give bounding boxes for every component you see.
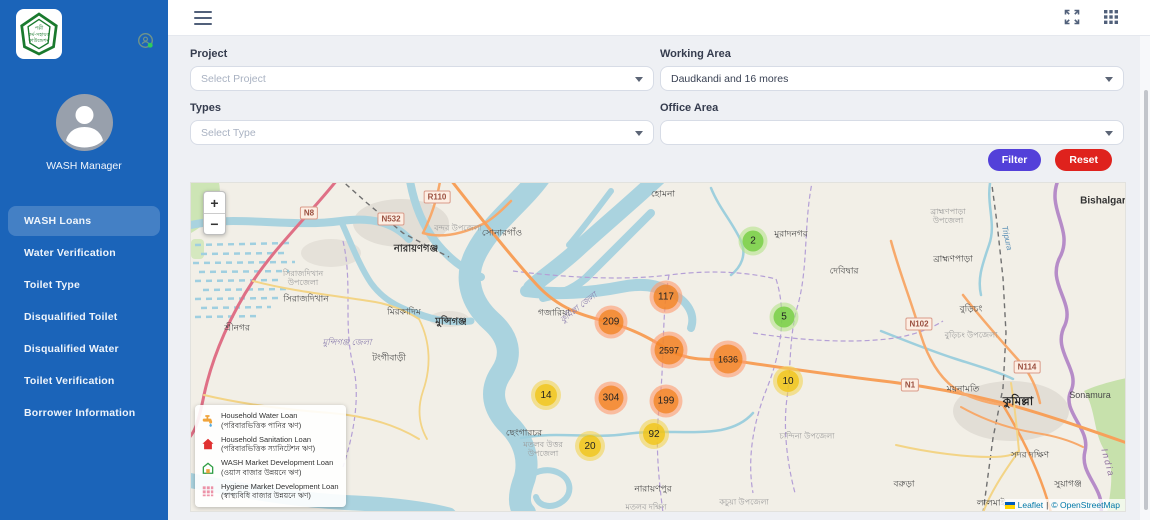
project-select[interactable]: Select Project [190,66,654,91]
org-logo[interactable]: পল্লী কর্ম-সহায়ক ফাউন্ডেশন [16,9,62,59]
hamburger-menu-icon[interactable] [194,11,212,25]
map-legend: Household Water Loan (পরিবারভিত্তিক পানি… [195,405,346,507]
working-area-field: Working Area Daudkandi and 16 mores [660,48,1124,91]
zoom-control: + − [203,191,226,235]
fullscreen-icon[interactable] [1064,9,1080,30]
cluster-marker[interactable]: 14 [531,380,561,410]
sidebar-header: পল্লী কর্ম-সহায়ক ফাউন্ডেশন [0,0,168,62]
app-root: পল্লী কর্ম-সহায়ক ফাউন্ডেশন WASH Manager… [0,0,1150,520]
sidebar-item-toilet-type[interactable]: Toilet Type [8,270,160,300]
office-area-select[interactable] [660,120,1124,145]
filter-actions: Filter Reset [987,149,1112,171]
sidebar-item-disqualified-toilet[interactable]: Disqualified Toilet [8,302,160,332]
filter-button[interactable]: Filter [987,149,1042,171]
legend-item: WASH Market Development Loan (ওয়াস বাজা… [201,458,340,478]
svg-text:কর্ম-সহায়ক: কর্ম-সহায়ক [27,31,50,38]
ukraine-flag-icon [1004,501,1015,509]
user-name: WASH Manager [46,160,122,172]
main-area: Project Select Project Working Area Daud… [168,0,1150,520]
sidebar-item-wash-loans[interactable]: WASH Loans [8,206,160,236]
svg-text:ফাউন্ডেশন: ফাউন্ডেশন [28,37,51,44]
map-attribution: Leaflet | © OpenStreetMap [999,499,1125,511]
zoom-in-button[interactable]: + [204,192,225,213]
house-icon [201,437,215,451]
cluster-marker[interactable]: 117 [649,280,683,314]
chevron-down-icon [1105,77,1113,82]
user-status-icon[interactable] [137,32,154,49]
office-area-field: Office Area [660,102,1124,145]
cluster-marker[interactable]: 5 [769,302,799,332]
filters-panel: Project Select Project Working Area Daud… [190,48,1124,145]
types-select[interactable]: Select Type [190,120,654,145]
cluster-marker[interactable]: 2 [738,226,768,256]
chevron-down-icon [635,131,643,136]
cluster-marker[interactable]: 304 [594,381,628,415]
cluster-marker[interactable]: 20 [575,431,605,461]
sidebar-item-disqualified-water[interactable]: Disqualified Water [8,334,160,364]
pksf-emblem-icon: পল্লী কর্ম-সহায়ক ফাউন্ডেশন [20,12,58,56]
cluster-marker[interactable]: 1636 [709,340,747,378]
working-area-label: Working Area [660,48,731,60]
office-area-label: Office Area [660,102,719,114]
legend-item: Household Sanitation Loan (পরিবারভিত্তিক… [201,435,340,455]
attribution-separator: | [1046,500,1049,510]
topbar [168,0,1150,36]
sidebar-item-toilet-verification[interactable]: Toilet Verification [8,366,160,396]
avatar [55,94,113,151]
sidebar: পল্লী কর্ম-সহায়ক ফাউন্ডেশন WASH Manager… [0,0,168,520]
page-content: Project Select Project Working Area Daud… [168,36,1140,520]
legend-item: Household Water Loan (পরিবারভিত্তিক পানি… [201,411,340,431]
leaflet-link[interactable]: Leaflet [1018,500,1044,510]
cluster-marker[interactable]: 209 [594,305,628,339]
faucet-icon [201,414,215,428]
legend-item: Hygiene Market Development Loan (স্বাস্থ… [201,482,340,502]
cluster-marker[interactable]: 92 [639,419,669,449]
zoom-out-button[interactable]: − [204,213,225,234]
cluster-marker[interactable]: 199 [649,384,683,418]
sidebar-item-water-verification[interactable]: Water Verification [8,238,160,268]
user-profile: WASH Manager [0,94,168,172]
cluster-marker[interactable]: 10 [773,366,803,396]
market-house-icon [201,461,215,475]
osm-link[interactable]: © OpenStreetMap [1051,500,1120,510]
hygiene-grid-icon [201,484,215,498]
sidebar-item-borrower-information[interactable]: Borrower Information [8,398,160,428]
chevron-down-icon [635,77,643,82]
reset-button[interactable]: Reset [1055,149,1112,171]
map[interactable]: নারায়ণগঞ্জমুন্সিগঞ্জBishalgarhকুমিল্লাস… [190,182,1126,512]
project-field: Project Select Project [190,48,654,91]
working-area-select[interactable]: Daudkandi and 16 mores [660,66,1124,91]
topbar-actions [1064,9,1118,30]
types-field: Types Select Type [190,102,654,145]
scrollbar-thumb[interactable] [1144,90,1148,510]
types-label: Types [190,102,221,114]
sidebar-menu: WASH Loans Water Verification Toilet Type D… [0,206,168,428]
project-label: Project [190,48,228,60]
apps-grid-icon[interactable] [1104,10,1118,29]
page-scrollbar [1140,36,1150,520]
cluster-marker[interactable]: 2597 [650,331,688,369]
chevron-down-icon [1105,131,1113,136]
svg-text:পল্লী: পল্লী [35,24,44,31]
